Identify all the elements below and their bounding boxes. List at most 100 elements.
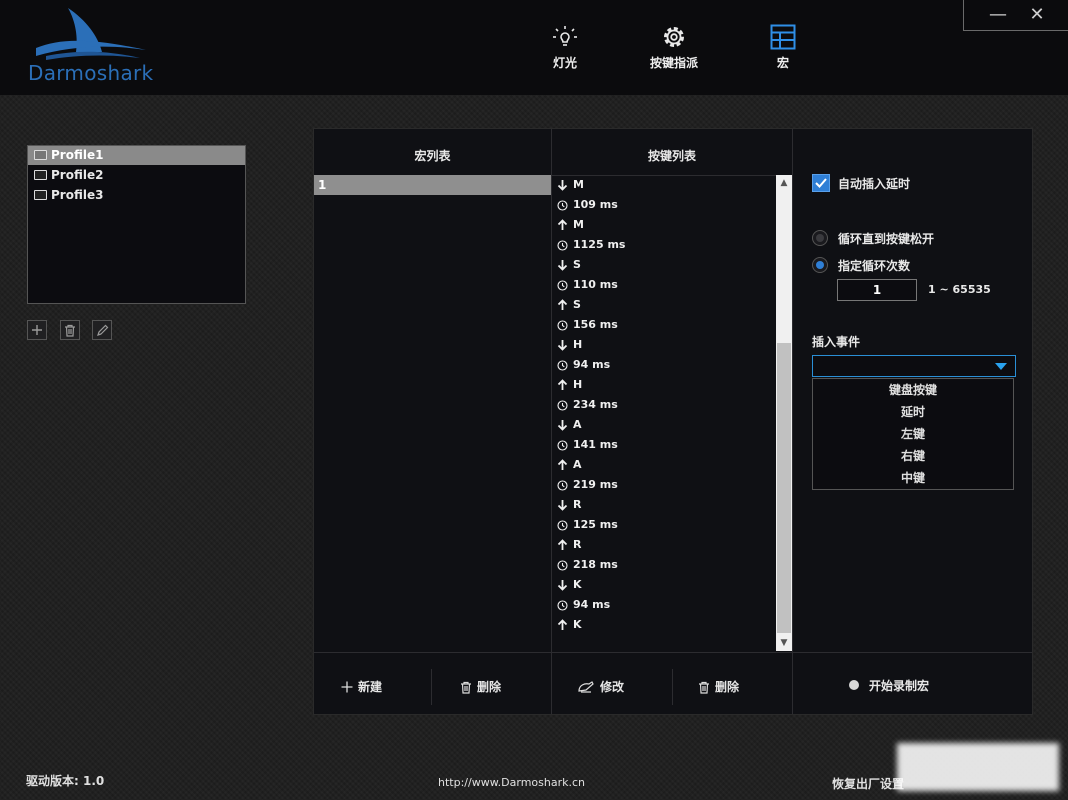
auto-delay-checkbox[interactable] [812, 174, 830, 192]
key-event-row[interactable]: S [557, 255, 779, 275]
key-list-scrollbar[interactable]: ▲ ▼ [776, 175, 792, 651]
key-event-row[interactable]: S [557, 295, 779, 315]
loop-until-release-label: 循环直到按键松开 [838, 232, 935, 246]
dropdown-item-delay[interactable]: 延时 [813, 401, 1013, 423]
key-event-row[interactable]: 110 ms [557, 275, 779, 295]
website-link[interactable]: http://www.Darmoshark.cn [438, 776, 585, 789]
divider [431, 669, 432, 705]
scroll-down-icon[interactable]: ▼ [776, 635, 792, 651]
macro-list-header: 宏列表 [414, 149, 451, 163]
arrow-up-icon [557, 219, 568, 230]
nav-lighting[interactable]: 灯光 [552, 24, 578, 71]
add-profile-button[interactable] [27, 320, 47, 340]
key-event-row[interactable]: 218 ms [557, 555, 779, 575]
modify-event-button[interactable]: 修改 [577, 675, 624, 699]
key-event-row[interactable]: H [557, 375, 779, 395]
shark-fin-icon [36, 8, 146, 60]
key-event-text: R [573, 498, 582, 511]
trash-icon [699, 681, 709, 694]
trash-icon [461, 681, 471, 694]
key-event-text: S [573, 298, 581, 311]
nav-key-assign-label: 按键指派 [650, 56, 699, 70]
insert-event-dropdown: 键盘按键 延时 左键 右键 中键 [812, 378, 1014, 490]
key-event-text: 141 ms [573, 438, 618, 451]
key-event-row[interactable]: H [557, 335, 779, 355]
key-event-text: 234 ms [573, 398, 618, 411]
factory-reset-button[interactable]: 恢复出厂设置 [832, 775, 904, 792]
clock-icon [557, 519, 568, 531]
profile-item-1[interactable]: Profile1 [28, 146, 245, 165]
nav-macro[interactable]: 宏 [770, 24, 796, 71]
clock-icon [557, 399, 568, 411]
key-event-row[interactable]: R [557, 535, 779, 555]
key-event-row[interactable]: 219 ms [557, 475, 779, 495]
key-event-row[interactable]: 1125 ms [557, 235, 779, 255]
start-recording-button[interactable]: 开始录制宏 [869, 677, 929, 694]
profile-label: Profile2 [51, 168, 104, 182]
loop-count-input[interactable] [837, 279, 917, 301]
divider [792, 129, 793, 714]
delete-profile-button[interactable] [60, 320, 80, 340]
clock-icon [557, 199, 568, 211]
dropdown-item-middle-click[interactable]: 中键 [813, 467, 1013, 489]
watermark [897, 743, 1059, 791]
insert-event-select[interactable] [812, 355, 1016, 377]
key-event-row[interactable]: 156 ms [557, 315, 779, 335]
key-event-row[interactable]: 94 ms [557, 595, 779, 615]
clock-icon [557, 279, 568, 291]
profile-label: Profile3 [51, 188, 104, 202]
loop-count-radio[interactable] [812, 257, 828, 273]
profile-item-2[interactable]: Profile2 [28, 166, 245, 185]
clock-icon [557, 599, 568, 611]
minimize-button[interactable]: — [986, 3, 1010, 27]
loop-until-release-radio[interactable] [812, 230, 828, 246]
arrow-up-icon [557, 299, 568, 310]
arrow-down-icon [557, 340, 568, 351]
key-event-row[interactable]: K [557, 575, 779, 595]
key-event-row[interactable]: M [557, 215, 779, 235]
nav-key-assign[interactable]: 按键指派 [650, 24, 698, 71]
dropdown-item-keyboard[interactable]: 键盘按键 [813, 379, 1013, 401]
divider [314, 652, 1032, 653]
key-event-row[interactable]: 141 ms [557, 435, 779, 455]
key-event-row[interactable]: A [557, 455, 779, 475]
edit-profile-button[interactable] [92, 320, 112, 340]
record-dot-icon [849, 680, 859, 690]
key-event-text: 94 ms [573, 358, 611, 371]
delete-macro-button[interactable]: 删除 [460, 675, 501, 699]
insert-event-label: 插入事件 [812, 335, 861, 349]
dropdown-item-left-click[interactable]: 左键 [813, 423, 1013, 445]
modify-event-label: 修改 [600, 680, 625, 694]
arrow-up-icon [557, 539, 568, 550]
key-event-text: 109 ms [573, 198, 618, 211]
delete-event-button[interactable]: 删除 [698, 675, 739, 699]
key-event-row[interactable]: 125 ms [557, 515, 779, 535]
key-event-text: 94 ms [573, 598, 611, 611]
macro-item-1[interactable]: 1 [314, 175, 551, 195]
new-macro-label: 新建 [358, 680, 383, 694]
driver-version: 驱动版本: 1.0 [26, 774, 105, 788]
plus-icon [32, 325, 42, 335]
divider [672, 669, 673, 705]
loop-range-label: 1 ~ 65535 [928, 283, 991, 296]
dropdown-item-right-click[interactable]: 右键 [813, 445, 1013, 467]
key-event-row[interactable]: 94 ms [557, 355, 779, 375]
scroll-up-icon[interactable]: ▲ [776, 175, 792, 191]
key-event-row[interactable]: 109 ms [557, 195, 779, 215]
key-event-text: H [573, 338, 583, 351]
new-macro-button[interactable]: 新建 [341, 675, 382, 699]
key-event-row[interactable]: M [557, 175, 779, 195]
arrow-down-icon [557, 260, 568, 271]
key-event-row[interactable]: A [557, 415, 779, 435]
grid-icon [770, 24, 796, 50]
key-event-row[interactable]: K [557, 615, 779, 635]
close-button[interactable]: ✕ [1025, 3, 1049, 27]
key-event-row[interactable]: R [557, 495, 779, 515]
profile-item-3[interactable]: Profile3 [28, 186, 245, 205]
scrollbar-thumb[interactable] [777, 343, 791, 633]
key-event-text: M [573, 218, 584, 231]
key-event-row[interactable]: 234 ms [557, 395, 779, 415]
loop-count-label: 指定循环次数 [838, 259, 911, 273]
key-event-text: A [573, 458, 582, 471]
plus-icon [341, 681, 353, 693]
